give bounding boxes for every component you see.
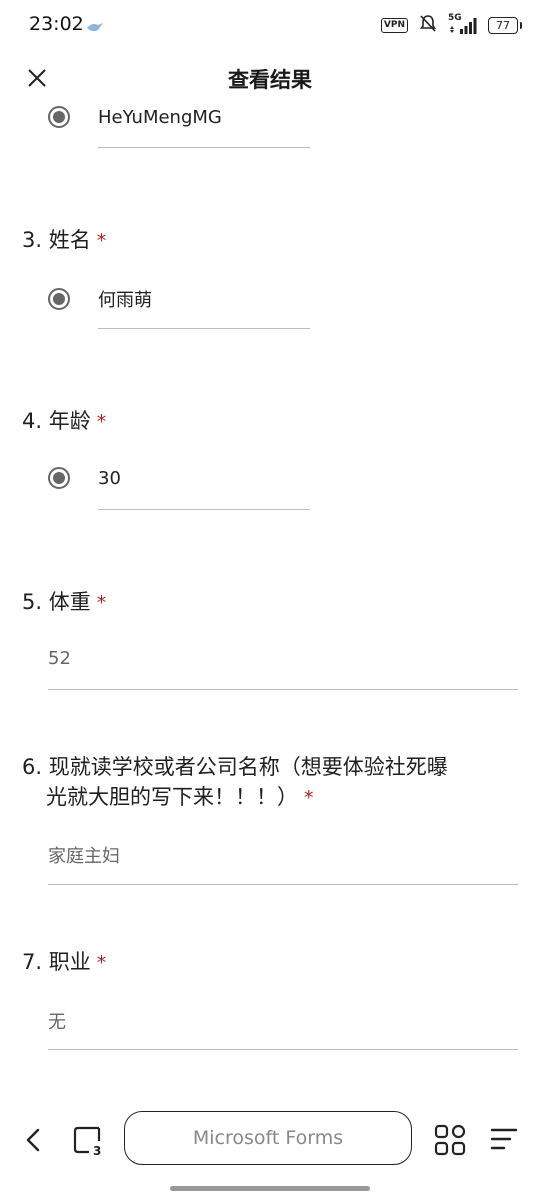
vpn-badge: VPN [380, 17, 408, 33]
q2-option[interactable]: HeYuMengMG [48, 106, 222, 128]
divider [98, 147, 310, 148]
question-title-q5: 5. 体重 * [22, 587, 106, 618]
tabs-icon[interactable]: 3 [72, 1124, 106, 1158]
divider [98, 328, 310, 329]
apps-grid-icon[interactable] [434, 1124, 466, 1156]
q5-title-text: 5. 体重 [22, 590, 91, 614]
q6-title-line2-wrap: 光就大胆的写下来！！！） * [22, 782, 448, 813]
status-time: 23:02 [29, 13, 84, 35]
required-marker: * [96, 952, 107, 974]
required-marker: * [96, 230, 107, 252]
browser-bottom-bar: 3 Microsoft Forms [0, 1106, 540, 1176]
form-content: HeYuMengMG 3. 姓名 * 何雨萌 4. 年龄 * 30 5. 体重 * 5… [0, 96, 540, 1096]
back-arrow-icon[interactable] [22, 1126, 46, 1154]
required-marker: * [96, 411, 107, 433]
q4-answer: 30 [98, 467, 121, 489]
divider [48, 1049, 518, 1050]
question-title-q6: 6. 现就读学校或者公司名称（想要体验社死曝 光就大胆的写下来！！！） * [22, 752, 448, 813]
radio-selected-icon[interactable] [48, 288, 70, 310]
radio-selected-icon[interactable] [48, 106, 70, 128]
q7-answer: 无 [48, 1012, 66, 1033]
gesture-bar[interactable] [170, 1186, 370, 1191]
address-bar[interactable]: Microsoft Forms [124, 1111, 412, 1165]
q3-answer: 何雨萌 [98, 290, 152, 311]
muted-bell-icon [418, 13, 438, 37]
question-title-q3: 3. 姓名 * [22, 225, 106, 256]
q6-title-line2: 光就大胆的写下来！！！） [46, 785, 298, 809]
required-marker: * [304, 787, 314, 809]
q3-title-text: 3. 姓名 [22, 228, 91, 252]
required-marker: * [96, 592, 107, 614]
status-icons: VPN 5G 77 [380, 13, 522, 37]
radio-selected-icon[interactable] [48, 467, 70, 489]
status-bar: 23:02 VPN 5G 77 [0, 0, 540, 50]
bird-icon [86, 18, 104, 37]
svg-text:3: 3 [93, 1144, 101, 1156]
signal-icon: 5G [448, 13, 478, 35]
q6-title-line1: 6. 现就读学校或者公司名称（想要体验社死曝 [22, 755, 448, 779]
q4-option[interactable]: 30 [48, 467, 121, 489]
divider [48, 689, 518, 690]
q2-answer: HeYuMengMG [98, 106, 222, 128]
question-title-q4: 4. 年龄 * [22, 406, 106, 437]
q3-option[interactable]: 何雨萌 [48, 286, 152, 312]
battery-icon: 77 [488, 16, 522, 34]
q4-title-text: 4. 年龄 [22, 409, 91, 433]
menu-icon[interactable] [490, 1126, 518, 1152]
question-title-q7: 7. 职业 * [22, 947, 106, 978]
divider [48, 884, 518, 885]
q7-title-text: 7. 职业 [22, 950, 91, 974]
divider [98, 509, 310, 510]
page-title: 查看结果 [228, 68, 312, 92]
q6-answer: 家庭主妇 [48, 846, 120, 867]
q5-answer: 52 [48, 648, 71, 669]
